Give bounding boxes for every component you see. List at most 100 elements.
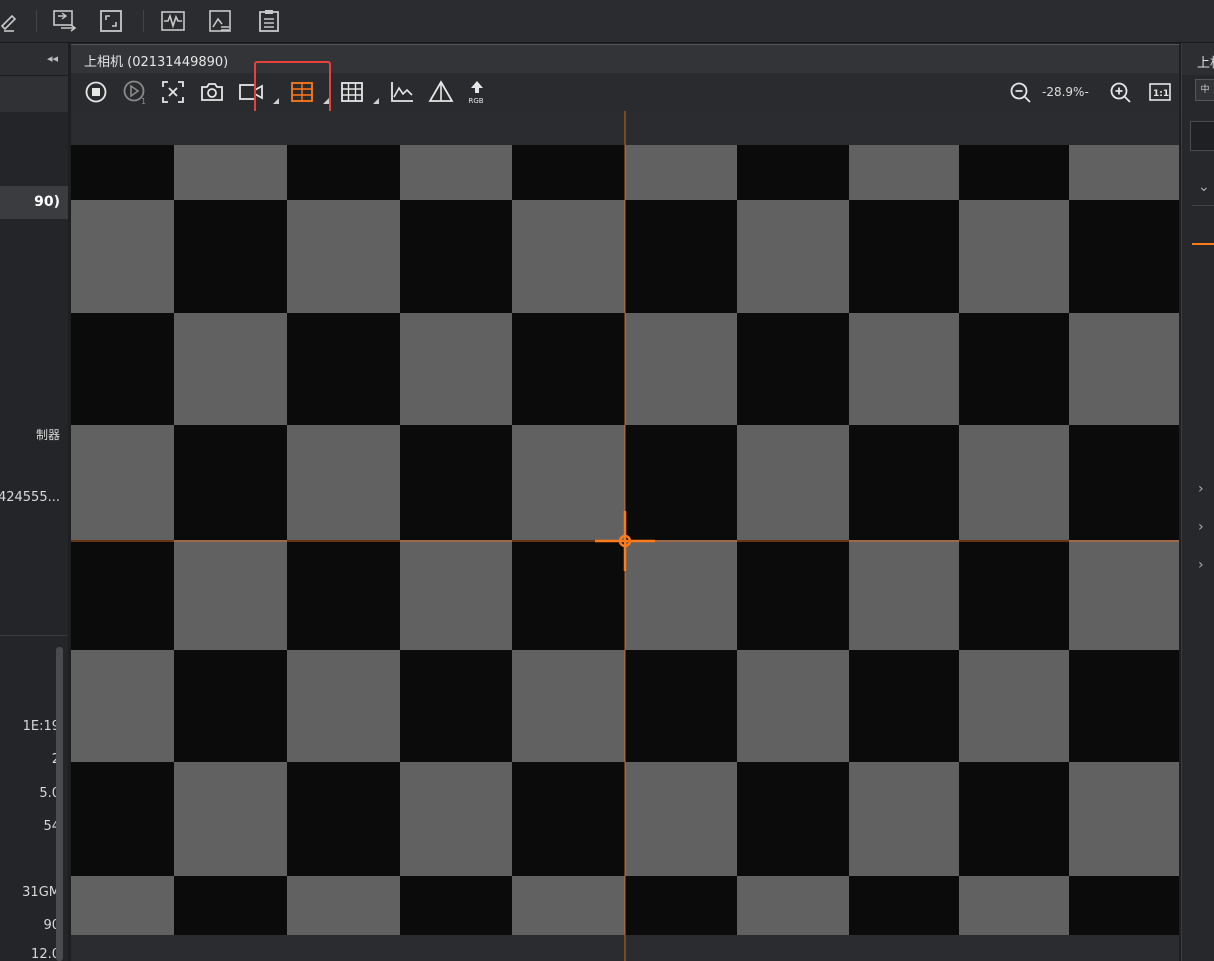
checker-square xyxy=(400,200,513,314)
one-to-one-label: 1:1 xyxy=(1153,89,1169,99)
histogram-line-icon[interactable] xyxy=(389,79,415,105)
svg-text:1: 1 xyxy=(141,97,146,105)
device-category-label[interactable]: 制器 xyxy=(36,426,60,443)
active-tab-indicator[interactable] xyxy=(1192,205,1214,245)
chevron-right-icon[interactable]: › xyxy=(1198,519,1204,535)
rgb-arrow-icon[interactable]: RGB xyxy=(464,79,490,105)
device-info-value: 31GM xyxy=(22,885,60,900)
panel-scrollbar[interactable] xyxy=(56,647,63,961)
checker-square xyxy=(512,540,626,651)
checker-square xyxy=(849,425,960,541)
checker-square xyxy=(400,540,513,651)
viewer-title: 上相机 (02131449890) xyxy=(84,55,229,70)
checker-square xyxy=(959,145,1070,201)
viewer-margin-bottom xyxy=(71,935,1179,961)
viewer-toolbar: 1 RGB -28.9%- 1:1 xyxy=(71,73,1179,111)
stop-icon[interactable] xyxy=(83,79,109,105)
camera-image[interactable] xyxy=(71,145,1179,935)
zoom-out-icon[interactable] xyxy=(1007,79,1033,105)
properties-search-input[interactable] xyxy=(1190,121,1214,151)
checker-square xyxy=(400,650,513,763)
play-once-icon[interactable]: 1 xyxy=(122,79,148,105)
checker-square xyxy=(174,876,288,935)
checker-square xyxy=(287,876,401,935)
checker-square xyxy=(512,200,626,314)
chevron-right-icon[interactable]: › xyxy=(1198,481,1204,497)
checker-square xyxy=(71,540,175,651)
fit-window-icon[interactable] xyxy=(98,8,124,34)
checker-square xyxy=(512,650,626,763)
checker-square xyxy=(512,762,626,877)
checker-square xyxy=(959,425,1070,541)
device-list-panel: ◂◂ 90) 制器 424555... 1E:1925.05431GM9012.… xyxy=(0,43,68,961)
checker-square xyxy=(1069,540,1179,651)
checker-square xyxy=(737,650,850,763)
checker-square xyxy=(512,145,626,201)
toolbar-separator xyxy=(36,10,37,32)
checker-square xyxy=(959,313,1070,426)
language-toggle[interactable]: 中 xyxy=(1195,79,1214,101)
grid-table-icon[interactable] xyxy=(339,79,365,105)
checker-square xyxy=(174,540,288,651)
selected-device-label: 90) xyxy=(34,194,60,210)
checker-square xyxy=(1069,762,1179,877)
checker-square xyxy=(174,650,288,763)
fullscreen-select-icon[interactable] xyxy=(160,79,186,105)
checker-square xyxy=(174,200,288,314)
checker-square xyxy=(512,425,626,541)
checker-square xyxy=(737,313,850,426)
checker-square xyxy=(625,313,738,426)
checker-square xyxy=(400,876,513,935)
device-info-value: 1E:19 xyxy=(22,719,60,734)
checker-square xyxy=(400,425,513,541)
log-icon[interactable] xyxy=(256,8,282,34)
checker-square xyxy=(625,876,738,935)
device-switch-icon[interactable] xyxy=(52,8,78,34)
checker-square xyxy=(287,762,401,877)
checker-square xyxy=(400,145,513,201)
waveform-icon[interactable] xyxy=(160,8,186,34)
checker-square xyxy=(737,762,850,877)
grid-options-dropdown[interactable] xyxy=(373,98,379,104)
checker-square xyxy=(400,762,513,877)
checker-square xyxy=(287,425,401,541)
checker-square xyxy=(174,313,288,426)
checker-square xyxy=(512,876,626,935)
image-stats-icon[interactable] xyxy=(207,8,233,34)
checker-square xyxy=(287,145,401,201)
collapse-panel-icon[interactable]: ◂◂ xyxy=(47,52,58,65)
chevron-right-icon[interactable]: › xyxy=(1198,557,1204,573)
main-toolbar xyxy=(0,0,1214,43)
viewer-title-bar: 上相机 (02131449890) xyxy=(71,44,1179,73)
checker-square xyxy=(625,650,738,763)
panel-subheader xyxy=(0,76,68,112)
checker-square xyxy=(849,540,960,651)
checker-square xyxy=(737,425,850,541)
panel-header: ◂◂ xyxy=(0,43,68,76)
checker-square xyxy=(71,313,175,426)
zoom-in-icon[interactable] xyxy=(1107,79,1133,105)
properties-panel: 上相 中 ⌄ › › › xyxy=(1181,43,1214,961)
chevron-down-icon[interactable]: ⌄ xyxy=(1198,179,1210,195)
checker-square xyxy=(71,762,175,877)
checker-square xyxy=(849,313,960,426)
checker-square xyxy=(849,876,960,935)
one-to-one-icon[interactable]: 1:1 xyxy=(1147,79,1173,105)
snapshot-camera-icon[interactable] xyxy=(199,79,225,105)
checker-square xyxy=(287,650,401,763)
toolbar-separator xyxy=(143,10,144,32)
properties-title: 上相 xyxy=(1197,56,1214,71)
checker-square xyxy=(737,200,850,314)
checker-square xyxy=(174,145,288,201)
checker-square xyxy=(1069,313,1179,426)
checker-square xyxy=(287,313,401,426)
edit-icon[interactable] xyxy=(0,8,26,34)
checker-square xyxy=(71,145,175,201)
warning-triangle-icon[interactable] xyxy=(428,79,454,105)
checker-square xyxy=(737,876,850,935)
checker-square xyxy=(849,145,960,201)
checker-square xyxy=(1069,876,1179,935)
checker-square xyxy=(71,425,175,541)
device-serial-label[interactable]: 424555... xyxy=(0,490,60,505)
checker-square xyxy=(1069,145,1179,201)
